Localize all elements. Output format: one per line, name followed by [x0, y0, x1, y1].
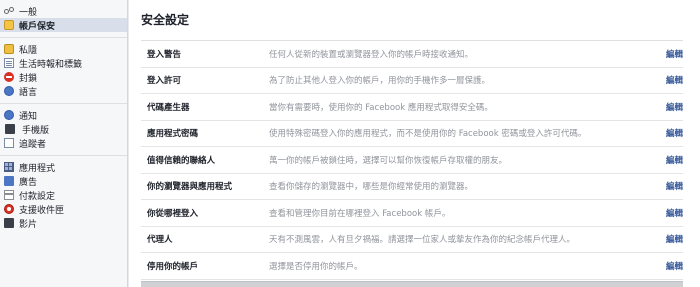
- sidebar-item-apps[interactable]: 應用程式: [0, 160, 127, 174]
- sidebar-group-privacy: 私隱 生活時報和標籤 封鎖 語言: [0, 38, 127, 104]
- sidebar-item-timeline[interactable]: 生活時報和標籤: [0, 56, 127, 70]
- sidebar-item-payments[interactable]: 付款設定: [0, 188, 127, 202]
- sidebar-group-account: 一般 帳戶保安: [0, 0, 127, 38]
- setting-row-trusted-contacts[interactable]: 值得信賴的聯絡人 萬一你的帳戶被鎖住時，選擇可以幫你恢復帳戶存取權的朋友。 編輯: [141, 147, 683, 174]
- gear-icon: [4, 6, 14, 16]
- edit-link[interactable]: 編輯: [653, 260, 683, 272]
- setting-label: 停用你的帳戶: [147, 261, 199, 272]
- edit-link[interactable]: 編輯: [653, 74, 683, 86]
- lifebuoy-icon: [4, 204, 14, 214]
- sidebar-item-label: 支援收件匣: [19, 205, 65, 216]
- setting-label: 值得信賴的聯絡人: [147, 155, 216, 166]
- shield-icon: [4, 20, 14, 30]
- sidebar-group-notifications: 通知 手機版 追蹤者: [0, 104, 127, 156]
- setting-label: 你的瀏覽器與應用程式: [147, 182, 233, 193]
- setting-description: 為了防止其他人登入你的帳戶，用你的手機作多一層保護。: [269, 76, 491, 87]
- sidebar-item-blocking[interactable]: 封鎖: [0, 70, 127, 84]
- edit-link[interactable]: 編輯: [653, 154, 683, 166]
- setting-row-code-generator[interactable]: 代碼產生器 當你有需要時，使用你的 Facebook 應用程式取得安全碼。 編輯: [141, 94, 683, 121]
- sidebar-item-label: 廣告: [19, 177, 38, 188]
- edit-link[interactable]: 編輯: [653, 233, 683, 245]
- mobile-icon: [5, 124, 15, 134]
- lock-icon: [4, 44, 14, 54]
- edit-link[interactable]: 編輯: [653, 101, 683, 113]
- setting-description: 使用特殊密碼登入你的應用程式，而不是使用你的 Facebook 密碼或登入許可代…: [269, 129, 587, 140]
- setting-label: 你從哪裡登入: [147, 208, 199, 219]
- sidebar-item-videos[interactable]: 影片: [0, 216, 127, 230]
- sidebar-item-general[interactable]: 一般: [0, 4, 127, 18]
- sidebar-item-notifications[interactable]: 通知: [0, 108, 127, 122]
- block-icon: [4, 72, 14, 82]
- edit-link[interactable]: 編輯: [653, 48, 683, 60]
- setting-row-browsers-apps[interactable]: 你的瀏覽器與應用程式 查看你儲存的瀏覽器中，哪些是你經常使用的瀏覽器。 編輯: [141, 174, 683, 200]
- sidebar-item-label: 一般: [19, 7, 38, 18]
- setting-description: 當你有需要時，使用你的 Facebook 應用程式取得安全碼。: [269, 102, 493, 113]
- sidebar-item-label: 通知: [19, 111, 38, 122]
- setting-description: 選擇是否停用你的帳戶。: [269, 261, 363, 272]
- security-settings-panel: 安全設定 登入警告 任何人從新的裝置或瀏覽器登入你的帳戶時接收通知。 編輯 登入…: [129, 0, 700, 287]
- sidebar-item-label: 追蹤者: [19, 139, 47, 150]
- rss-icon: [4, 138, 14, 148]
- sidebar-item-label: 私隱: [19, 45, 38, 56]
- sidebar-item-security[interactable]: 帳戶保安: [0, 18, 127, 32]
- globe-icon: [4, 86, 14, 96]
- page-title: 安全設定: [141, 13, 190, 27]
- edit-link[interactable]: 編輯: [653, 180, 683, 192]
- setting-row-legacy-contact[interactable]: 代理人 天有不測風雲，人有旦夕禍福。請選擇一位家人或摯友作為你的紀念帳戶代理人。…: [141, 227, 683, 253]
- setting-label: 代理人: [147, 235, 173, 246]
- sidebar-item-followers[interactable]: 追蹤者: [0, 136, 127, 150]
- setting-label: 應用程式密碼: [147, 129, 199, 140]
- sidebar-item-label: 手機版: [22, 125, 50, 136]
- setting-description: 任何人從新的裝置或瀏覽器登入你的帳戶時接收通知。: [269, 49, 474, 60]
- setting-row-login-approvals[interactable]: 登入許可 為了防止其他人登入你的帳戶，用你的手機作多一層保護。 編輯: [141, 68, 683, 94]
- ads-icon: [4, 176, 14, 186]
- edit-link[interactable]: 編輯: [653, 127, 683, 139]
- sidebar-item-label: 應用程式: [19, 163, 56, 174]
- setting-label: 登入許可: [147, 76, 182, 87]
- setting-row-app-passwords[interactable]: 應用程式密碼 使用特殊密碼登入你的應用程式，而不是使用你的 Facebook 密…: [141, 121, 683, 147]
- timeline-icon: [4, 58, 14, 68]
- setting-description: 查看你儲存的瀏覽器中，哪些是你經常使用的瀏覽器。: [269, 182, 474, 193]
- sidebar-item-language[interactable]: 語言: [0, 84, 127, 98]
- setting-description: 查看和管理你目前在哪裡登入 Facebook 帳戶。: [269, 208, 451, 219]
- sidebar-item-label: 封鎖: [19, 73, 38, 84]
- settings-list: 登入警告 任何人從新的裝置或瀏覽器登入你的帳戶時接收通知。 編輯 登入許可 為了…: [141, 40, 683, 280]
- video-icon: [4, 218, 14, 228]
- settings-sidebar: 一般 帳戶保安 私隱 生活時報和標籤 封鎖 語言 通知 手機版 追蹤者 應用程式…: [0, 0, 128, 287]
- setting-row-deactivate-account[interactable]: 停用你的帳戶 選擇是否停用你的帳戶。 編輯: [141, 253, 683, 280]
- sidebar-group-apps: 應用程式 廣告 付款設定 支援收件匣 影片: [0, 156, 127, 235]
- footer-bar: [141, 281, 683, 287]
- sidebar-item-label: 帳戶保安: [19, 21, 56, 32]
- setting-description: 萬一你的帳戶被鎖住時，選擇可以幫你恢復帳戶存取權的朋友。: [269, 155, 508, 166]
- sidebar-item-ads[interactable]: 廣告: [0, 174, 127, 188]
- sidebar-item-label: 影片: [19, 219, 38, 230]
- sidebar-item-label: 付款設定: [19, 191, 56, 202]
- sidebar-item-mobile[interactable]: 手機版: [0, 122, 127, 136]
- payment-icon: [4, 190, 14, 200]
- setting-row-where-logged-in[interactable]: 你從哪裡登入 查看和管理你目前在哪裡登入 Facebook 帳戶。 編輯: [141, 200, 683, 227]
- sidebar-item-support-inbox[interactable]: 支援收件匣: [0, 202, 127, 216]
- sidebar-item-label: 生活時報和標籤: [19, 59, 83, 70]
- sidebar-item-privacy[interactable]: 私隱: [0, 42, 127, 56]
- edit-link[interactable]: 編輯: [653, 207, 683, 219]
- setting-label: 登入警告: [147, 49, 182, 60]
- apps-icon: [4, 162, 14, 172]
- setting-label: 代碼產生器: [147, 102, 190, 113]
- setting-row-login-alerts[interactable]: 登入警告 任何人從新的裝置或瀏覽器登入你的帳戶時接收通知。 編輯: [141, 41, 683, 68]
- sidebar-item-label: 語言: [19, 87, 38, 98]
- setting-description: 天有不測風雲，人有旦夕禍福。請選擇一位家人或摯友作為你的紀念帳戶代理人。: [269, 235, 576, 246]
- globe-bell-icon: [4, 110, 14, 120]
